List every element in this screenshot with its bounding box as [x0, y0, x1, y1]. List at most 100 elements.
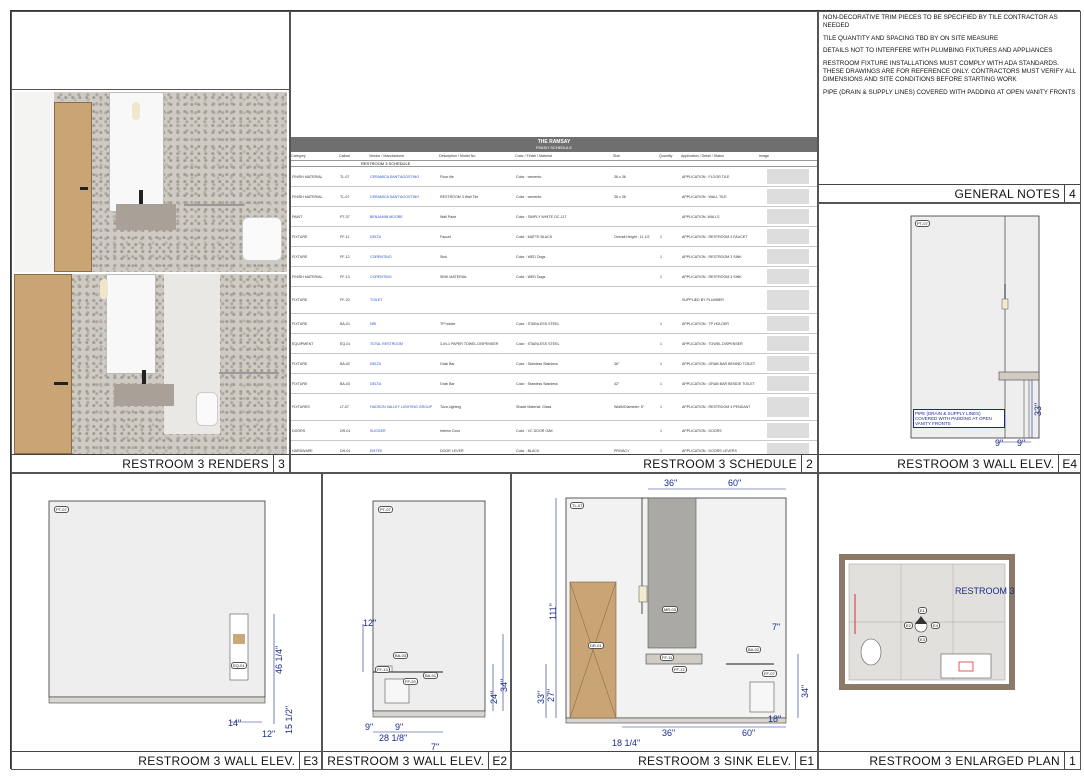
schedule-cell[interactable]: CORENTINO [369, 255, 439, 259]
elevation-e3-panel: PT-07 EQ-01 46 1/4" 15 1/2" 14" 12" REST… [11, 473, 322, 770]
schedule-cell: Color : WED Dogs [516, 254, 546, 259]
product-thumbnail [767, 355, 809, 372]
e1-dim-top-60: 60" [728, 478, 742, 488]
schedule-cell: APPLICATION : GRAB BAR BEHIND TOILET [682, 361, 756, 366]
schedule-cell: APPLICATION : GRAB BAR BESIDE TOILET [682, 381, 755, 386]
schedule-cell: 1 [660, 341, 662, 346]
schedule-cell: PRIVACY [614, 448, 630, 453]
schedule-column-header: Application / Detail / Status [681, 154, 724, 158]
product-thumbnail [767, 228, 809, 245]
schedule-cell: FIXTURE [292, 321, 308, 326]
e2-dim-24: 24" [489, 690, 499, 704]
schedule-cell: APPLICATION : DOORS LEVERS [682, 448, 737, 453]
schedule-row: FIXTURE BA-03 DELTA Grab Bar Color : Stainle… [291, 374, 817, 394]
blank-title-area [12, 12, 289, 90]
schedule-row: FINISH MATERIAL FF-13 CORENTINO SINK MATERI… [291, 267, 817, 287]
schedule-cell: APPLICATION : FLOOR TILE [682, 174, 730, 179]
schedule-cell: APPLICATION : WALL TILE [682, 194, 727, 199]
schedule-cell[interactable]: SUGGER [369, 429, 439, 433]
product-thumbnail [767, 422, 809, 439]
schedule-row: EQUIPMENT EQ-01 TOTAL RESTROOM 3-IN-1 PAPER… [291, 334, 817, 354]
schedule-cell: 1 [660, 274, 662, 279]
schedule-cell: Grab Bar [440, 361, 455, 366]
schedule-cell: Shade Material: Glass [516, 405, 552, 409]
schedule-cell: FIXTURES [292, 405, 310, 409]
panel-number: E2 [488, 752, 510, 769]
panel-number: E1 [795, 752, 817, 769]
plan-elev-tag-e1: E1 [918, 607, 927, 614]
panel-title: RESTROOM 3 ENLARGED PLAN [869, 753, 1060, 768]
schedule-cell: Color : VC DOOR OAK [516, 428, 553, 433]
schedule-cell: FF-20 [340, 298, 350, 302]
schedule-cell[interactable]: DELTA [369, 382, 439, 386]
schedule-cell: Faucet [440, 234, 451, 239]
e1-dim-27: 27" [546, 688, 556, 702]
schedule-cell: Grab Bar [440, 381, 455, 386]
e3-dim-dispenser: 46 1/4" [274, 645, 284, 674]
e4-dim-height: 33" [1033, 402, 1043, 416]
schedule-cell: FIXTURE [292, 298, 308, 302]
e1-dim-18: 18" [768, 714, 782, 724]
schedule-cell: FIXTURE [292, 234, 308, 239]
product-thumbnail [767, 268, 809, 285]
schedule-cell[interactable]: NRI [369, 322, 439, 326]
schedule-cell[interactable]: EMTEK [369, 449, 439, 453]
schedule-cell: Color : Stainless Stainless [516, 361, 558, 366]
schedule-cell: PT-07 [340, 214, 350, 219]
schedule-row: FIXTURE FF-20 TOILET SUPPLIED BY PLUMBER [291, 287, 817, 314]
general-note: NON-DECORATIVE TRIM PIECES TO BE SPECIFI… [823, 14, 1058, 29]
e2-paint-tag: PT-07 [378, 506, 393, 513]
e2-title-bar: RESTROOM 3 WALL ELEV. E2 [323, 751, 510, 769]
schedule-cell: Color : STAINLESS STEEL [516, 341, 560, 346]
schedule-cell: Tova Lighting [440, 405, 462, 409]
e2-drawing [362, 500, 504, 733]
schedule-cell: EQUIPMENT [292, 341, 314, 346]
schedule-row: DOORS DR-01 SUGGER Interior Door Color : VC … [291, 421, 817, 441]
schedule-cell[interactable]: BENJAMIN MOORE [369, 215, 439, 219]
panel-title: RESTROOM 3 SCHEDULE [643, 456, 797, 471]
schedule-cell[interactable]: HUDSON VALLEY LIGHTING GROUP [369, 405, 439, 409]
schedule-cell: LT-07 [340, 405, 349, 409]
general-note: TILE QUANTITY AND SPACING TBD BY ON SITE… [823, 34, 999, 42]
e4-title-bar: RESTROOM 3 WALL ELEV. E4 [819, 454, 1080, 472]
schedule-cell: Width/Diameter: 5" [614, 405, 645, 409]
schedule-cell: Color : cemento [516, 194, 542, 199]
general-notes-list: NON-DECORATIVE TRIM PIECES TO BE SPECIFI… [823, 14, 1076, 101]
schedule-cell: FIXTURE [292, 254, 308, 259]
schedule-cell: APPLICATION : RESTROOM 3 PENDANT [682, 405, 751, 409]
schedule-cell: 36 x 36 [614, 194, 626, 199]
e2-dim-28: 28 1/8" [379, 733, 408, 743]
plan-drawing [839, 554, 1015, 690]
e4-dim-left: 9" [995, 438, 1004, 448]
schedule-row: FINISH MATERIAL TL-07 CERAMICA SANT'AGOSTI… [291, 167, 817, 187]
schedule-cell: 42" [614, 381, 620, 386]
schedule-cell: TP holder [440, 321, 456, 326]
schedule-cell: FIXTURE [292, 361, 308, 366]
general-notes-panel: NON-DECORATIVE TRIM PIECES TO BE SPECIFI… [818, 11, 1081, 203]
schedule-cell: EQ-01 [340, 341, 351, 346]
schedule-cell[interactable]: TOTAL RESTROOM [369, 342, 439, 346]
product-thumbnail [767, 168, 809, 185]
e1-dim-7: 7" [772, 622, 781, 632]
schedule-cell[interactable]: DELTA [369, 362, 439, 366]
schedule-cell[interactable]: CORENTINO [369, 275, 439, 279]
schedule-subtitle: FINISH SCHEDULE [535, 145, 572, 150]
schedule-cell[interactable]: CERAMICA SANT'AGOSTINO [369, 195, 439, 199]
enlarged-plan-panel: RESTROOM 3 E1 E2 E3 E4 RESTROOM 3 ENLARG… [818, 473, 1081, 770]
product-thumbnail [767, 315, 809, 332]
schedule-cell[interactable]: DELTA [369, 235, 439, 239]
product-thumbnail [767, 208, 809, 225]
schedule-cell[interactable]: CERAMICA SANT'AGOSTINO [369, 175, 439, 179]
schedule-cell[interactable]: TOILET [369, 298, 439, 302]
schedule-cell: 36 x 36 [614, 174, 626, 179]
panel-title: RESTROOM 3 RENDERS [122, 456, 269, 471]
e1-dim-top-36: 36" [664, 478, 678, 488]
e2-dim-9-right: 9" [395, 722, 404, 732]
schedule-column-header: Image [759, 154, 769, 158]
schedule-cell: FF-12 [340, 254, 350, 259]
schedule-cell: 3-IN-1 PAPER TOWEL DISPENSER [440, 341, 499, 346]
plan-title-bar: RESTROOM 3 ENLARGED PLAN 1 [819, 751, 1080, 769]
schedule-cell: APPLICATION : RESTROOM 3 SINK [682, 274, 742, 279]
elevation-e2-panel: PT-07 BA-03 FF-13 BA-01 FF-20 12" 24" 34… [322, 473, 511, 770]
schedule-cell: FF-13 [340, 274, 350, 279]
